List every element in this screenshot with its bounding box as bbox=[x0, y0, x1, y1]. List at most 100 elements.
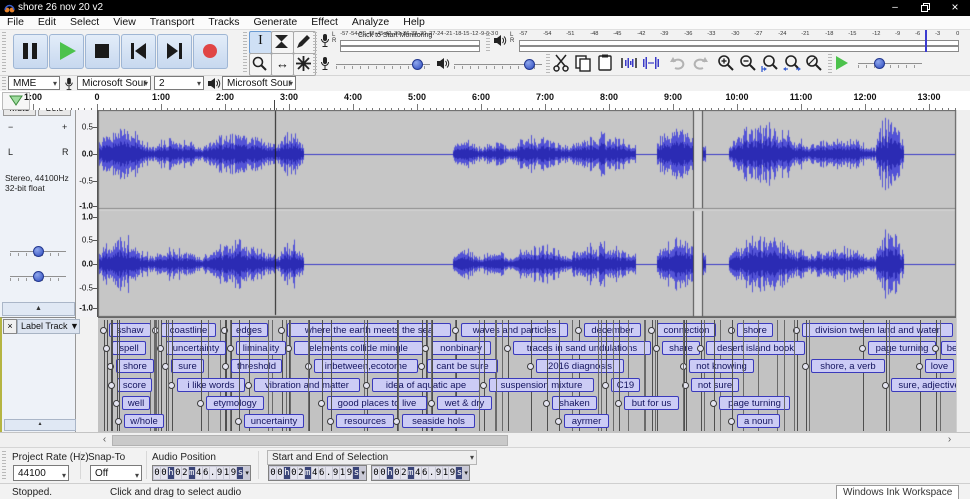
label-chip[interactable]: vibration and matter bbox=[254, 378, 360, 392]
label-handle-icon[interactable] bbox=[363, 382, 370, 389]
chevron-down-icon[interactable]: ▾ bbox=[245, 469, 249, 477]
label-handle-icon[interactable] bbox=[710, 400, 717, 407]
label-handle-icon[interactable] bbox=[504, 345, 511, 352]
label-handle-icon[interactable] bbox=[327, 418, 334, 425]
label-handle-icon[interactable] bbox=[527, 363, 534, 370]
label-handle-icon[interactable] bbox=[648, 327, 655, 334]
play-at-speed-grip[interactable] bbox=[828, 54, 832, 74]
label-chip[interactable]: well bbox=[122, 396, 150, 410]
time-digit[interactable]: 9 bbox=[449, 467, 455, 479]
time-digit[interactable]: 2 bbox=[401, 467, 407, 479]
label-chip[interactable]: resources bbox=[336, 414, 394, 428]
trim-audio-button[interactable] bbox=[619, 53, 640, 74]
menu-file[interactable]: File bbox=[0, 16, 31, 29]
label-chip[interactable]: page turning bbox=[868, 341, 936, 355]
chevron-down-icon[interactable]: ▾ bbox=[361, 469, 365, 477]
label-chip[interactable]: seaside hols bbox=[402, 414, 475, 428]
time-unit[interactable]: m bbox=[305, 467, 311, 479]
project-rate-select[interactable]: 44100▾ bbox=[13, 465, 69, 481]
time-unit[interactable]: h bbox=[387, 467, 393, 479]
label-handle-icon[interactable] bbox=[115, 418, 122, 425]
time-unit[interactable]: s bbox=[456, 467, 462, 479]
label-handle-icon[interactable] bbox=[916, 363, 923, 370]
label-chip[interactable]: page turning bbox=[719, 396, 790, 410]
label-handle-icon[interactable] bbox=[422, 345, 429, 352]
time-digit[interactable]: . bbox=[326, 467, 332, 479]
play-at-speed-button[interactable] bbox=[833, 53, 854, 74]
label-chip[interactable]: etymology bbox=[206, 396, 264, 410]
label-chip[interactable]: wet & dry bbox=[437, 396, 492, 410]
label-handle-icon[interactable] bbox=[418, 363, 425, 370]
label-track-area[interactable]: sshawcoastlineedgeswhere the earth meets… bbox=[98, 317, 956, 432]
label-handle-icon[interactable] bbox=[245, 382, 252, 389]
time-digit[interactable]: 0 bbox=[291, 467, 297, 479]
label-handle-icon[interactable] bbox=[108, 382, 115, 389]
label-handle-icon[interactable] bbox=[227, 345, 234, 352]
label-chip[interactable]: sshaw bbox=[109, 323, 151, 337]
time-digit[interactable]: 6 bbox=[422, 467, 428, 479]
time-digit[interactable]: 9 bbox=[436, 467, 442, 479]
menu-generate[interactable]: Generate bbox=[246, 16, 304, 29]
time-digit[interactable]: 2 bbox=[182, 467, 188, 479]
time-digit[interactable]: 6 bbox=[319, 467, 325, 479]
label-handle-icon[interactable] bbox=[697, 345, 704, 352]
playback-device-select[interactable]: Microsoft Sour▾ bbox=[222, 76, 296, 90]
copy-button[interactable] bbox=[573, 53, 594, 74]
track-control-panel[interactable]: Mute Solo − + L R Stereo, 44100Hz 32-bit… bbox=[0, 110, 76, 317]
time-unit[interactable]: m bbox=[189, 467, 195, 479]
time-unit[interactable]: h bbox=[284, 467, 290, 479]
label-chip[interactable]: shore, a verb bbox=[811, 359, 885, 373]
label-handle-icon[interactable] bbox=[100, 327, 107, 334]
envelope-tool-button[interactable] bbox=[271, 31, 294, 54]
label-handle-icon[interactable] bbox=[802, 363, 809, 370]
label-chip[interactable]: score bbox=[117, 378, 152, 392]
label-handle-icon[interactable] bbox=[575, 327, 582, 334]
label-chip[interactable]: liminality bbox=[236, 341, 286, 355]
zoom-out-button[interactable] bbox=[738, 53, 759, 74]
time-digit[interactable]: 0 bbox=[175, 467, 181, 479]
label-handle-icon[interactable] bbox=[615, 400, 622, 407]
label-handle-icon[interactable] bbox=[428, 400, 435, 407]
label-chip[interactable]: share bbox=[662, 341, 700, 355]
close-button[interactable]: × bbox=[940, 0, 970, 16]
label-handle-icon[interactable] bbox=[452, 327, 459, 334]
menu-edit[interactable]: Edit bbox=[31, 16, 63, 29]
label-handle-icon[interactable] bbox=[543, 400, 550, 407]
track-collapse-button[interactable]: ▲ bbox=[2, 302, 75, 316]
edit-toolbar-grip[interactable] bbox=[546, 54, 550, 74]
selection-mode-select[interactable]: Start and End of Selection ▾ bbox=[267, 450, 477, 465]
playback-meter-grip[interactable] bbox=[486, 32, 490, 52]
silence-audio-button[interactable] bbox=[641, 53, 662, 74]
time-digit[interactable]: 4 bbox=[312, 467, 318, 479]
chevron-down-icon[interactable]: ▾ bbox=[464, 469, 468, 477]
time-digit[interactable]: 9 bbox=[333, 467, 339, 479]
label-handle-icon[interactable] bbox=[859, 345, 866, 352]
label-chip[interactable]: traces in sand undulations bbox=[513, 341, 651, 355]
zoom-toggle-button[interactable] bbox=[804, 53, 825, 74]
recording-meter[interactable]: LR -57-54-51-48-45-42-39-36-33-30-27-24-… bbox=[318, 30, 483, 52]
time-digit[interactable]: 9 bbox=[346, 467, 352, 479]
label-chip[interactable]: inbetween,ecotome bbox=[314, 359, 418, 373]
label-chip[interactable]: good places to live bbox=[327, 396, 427, 410]
recording-device-select[interactable]: Microsoft Sour▾ bbox=[77, 76, 151, 90]
menu-help[interactable]: Help bbox=[396, 16, 432, 29]
time-digit[interactable]: 0 bbox=[380, 467, 386, 479]
transport-grip[interactable] bbox=[2, 32, 6, 72]
time-unit[interactable]: s bbox=[237, 467, 243, 479]
label-handle-icon[interactable] bbox=[728, 418, 735, 425]
zoom-in-button[interactable] bbox=[716, 53, 737, 74]
label-chip[interactable]: not knowing bbox=[689, 359, 754, 373]
recording-channels-select[interactable]: 2 (Stereo)▾ bbox=[154, 76, 204, 90]
label-chip[interactable]: w/hole bbox=[124, 414, 164, 428]
label-chip[interactable]: 2016 diagnosis bbox=[536, 359, 624, 373]
time-unit[interactable]: h bbox=[168, 467, 174, 479]
zoom-tool-button[interactable] bbox=[249, 53, 272, 76]
label-chip[interactable]: suspension mixture bbox=[489, 378, 594, 392]
label-handle-icon[interactable] bbox=[602, 382, 609, 389]
stop-button[interactable] bbox=[85, 34, 120, 69]
label-handle-icon[interactable] bbox=[318, 400, 325, 407]
label-chip[interactable]: ayrmer bbox=[564, 414, 609, 428]
time-digit[interactable]: 0 bbox=[161, 467, 167, 479]
selection-tool-button[interactable]: I bbox=[249, 31, 272, 54]
label-handle-icon[interactable] bbox=[555, 418, 562, 425]
